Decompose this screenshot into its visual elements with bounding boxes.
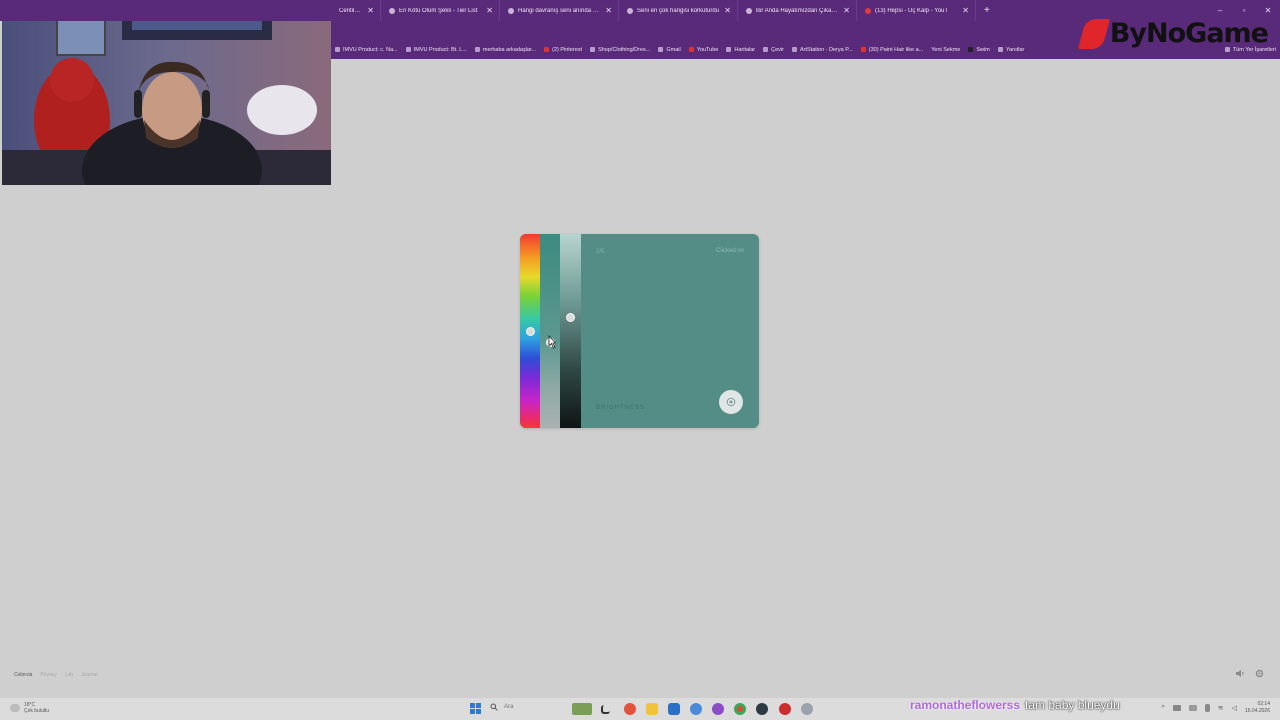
taskbar-app-icon[interactable]	[668, 703, 680, 715]
bookmark-item[interactable]: (30) Paint Hair like a...	[857, 47, 927, 53]
color-status: Clicked on	[715, 248, 744, 254]
bookmark-item[interactable]: Gmail	[654, 47, 684, 53]
browser-tab-active[interactable]: (13) Hepsi - Üç Kalp - YouT ✕	[857, 0, 976, 21]
browser-tab[interactable]: Bir Anda Hayatımızdan Çıkan A ✕	[738, 0, 857, 21]
eyedropper-icon	[726, 397, 736, 407]
bookmark-item[interactable]: Haritalar	[722, 47, 759, 53]
close-tab-icon[interactable]: ✕	[367, 6, 374, 15]
settings-icon[interactable]	[1255, 669, 1264, 678]
favicon-icon	[746, 7, 752, 14]
chat-overlay-message: ramonatheflowerss tam baby blueydu	[910, 698, 1120, 712]
youtube-icon	[860, 47, 866, 52]
youtube-icon	[688, 47, 694, 52]
favicon-icon	[627, 7, 633, 14]
bookmark-item[interactable]: merhaba arkadaşlar...	[471, 47, 540, 53]
volume-icon[interactable]: ◁	[1232, 704, 1237, 712]
browser-tab[interactable]: Hangi davranış seni anında uzak ✕	[500, 0, 619, 21]
stream-logo: ByNoGame	[1077, 18, 1269, 49]
close-tab-icon[interactable]: ✕	[486, 6, 493, 15]
chat-message: tam baby blueydu	[1025, 698, 1120, 712]
close-tab-icon[interactable]: ✕	[724, 6, 731, 15]
brightness-slider[interactable]	[560, 234, 581, 428]
browser-tab[interactable]: En Kötü Ölüm Şekli - Tier List ✕	[381, 0, 500, 21]
bookmark-item[interactable]: Yanıtlar	[994, 47, 1029, 53]
close-tab-icon[interactable]: ✕	[843, 6, 850, 15]
system-tray: ^ ≋ ◁ 02:14 16.04.2026	[1161, 701, 1270, 715]
tray-app-icon[interactable]	[1172, 705, 1181, 711]
webcam-image	[2, 0, 331, 185]
search-icon	[490, 703, 498, 711]
mouse-pointer-icon	[548, 335, 556, 349]
hue-slider-handle[interactable]	[526, 327, 535, 336]
tray-app-icon[interactable]	[1188, 705, 1197, 711]
bookmark-favicon-icon	[405, 47, 411, 52]
file-explorer-icon[interactable]	[646, 703, 658, 715]
clock[interactable]: 02:14 16.04.2026	[1245, 701, 1270, 715]
bookmark-favicon-icon	[335, 47, 340, 52]
footer-link[interactable]: Privacy	[40, 672, 56, 678]
submit-color-button[interactable]	[719, 390, 743, 414]
cloud-icon	[10, 704, 20, 712]
youtube-favicon-icon	[865, 7, 871, 14]
taskbar-app-icon[interactable]	[801, 703, 813, 715]
wifi-icon[interactable]: ≋	[1218, 704, 1224, 712]
weather-widget[interactable]: 18°C Çok bulutlu	[10, 702, 49, 714]
browser-tab[interactable]: Centilmen ✕	[331, 0, 381, 21]
pinterest-icon	[544, 47, 550, 52]
maps-icon	[726, 47, 732, 52]
footer-links: Colorvia Privacy Lab Journal	[14, 672, 98, 678]
taskbar-app-icon[interactable]	[779, 703, 791, 715]
saturation-slider[interactable]	[540, 234, 560, 428]
webcam-overlay	[2, 0, 331, 185]
browser-icon[interactable]	[712, 703, 724, 715]
bookmark-item[interactable]: Swim	[964, 47, 993, 53]
gmail-icon	[658, 47, 664, 52]
bynogame-logo-icon	[1077, 18, 1110, 49]
taskbar-widgets-icon[interactable]	[572, 703, 592, 715]
speaker-icon[interactable]	[1235, 669, 1245, 678]
page-controls	[1235, 669, 1264, 678]
bookmark-item[interactable]: Çevir	[759, 47, 788, 53]
bookmark-item[interactable]: YouTube	[685, 47, 723, 53]
favicon-icon	[508, 7, 514, 14]
steam-icon[interactable]	[756, 703, 768, 715]
close-window-button[interactable]: ✕	[1256, 6, 1280, 15]
bookmark-favicon-icon	[590, 47, 596, 52]
bookmark-item[interactable]: (2) Pinterest	[540, 47, 586, 53]
windows-start-icon[interactable]	[470, 703, 481, 714]
bookmark-item[interactable]: Yeni Sekme	[927, 47, 964, 53]
maximize-button[interactable]: ▫	[1232, 6, 1256, 15]
round-counter: 2/5	[596, 249, 605, 255]
bookmark-item[interactable]: IMVU Product: Bt. L...	[402, 47, 471, 53]
brightness-slider-handle[interactable]	[566, 313, 575, 322]
bookmark-item[interactable]: IMVU Product: c. Na...	[331, 47, 402, 53]
close-tab-icon[interactable]: ✕	[962, 6, 969, 15]
footer-link[interactable]: Journal	[81, 672, 97, 678]
footer-link[interactable]: Lab	[65, 672, 73, 678]
favicon-icon	[389, 7, 395, 14]
bookmark-item[interactable]: ArtStation - Derya P...	[788, 47, 857, 53]
slider-label: BRIGHTNESS	[596, 405, 646, 411]
bookmark-favicon-icon	[997, 47, 1003, 52]
bookmark-favicon-icon	[968, 47, 974, 52]
new-tab-button[interactable]: +	[976, 5, 998, 16]
browser-tab[interactable]: Seni en çok hangisi korkuturdu ✕	[619, 0, 738, 21]
chrome-icon[interactable]	[734, 703, 746, 715]
close-tab-icon[interactable]: ✕	[605, 6, 612, 15]
artstation-icon	[792, 47, 797, 52]
color-picker-card: 2/5 Clicked on BRIGHTNESS	[520, 234, 759, 428]
bookmark-item[interactable]: Shop/Clothing/Dres...	[586, 47, 654, 53]
microphone-icon[interactable]	[1204, 704, 1210, 712]
taskbar-search[interactable]: Ara	[490, 703, 513, 711]
translate-icon	[763, 47, 769, 52]
taskbar-app-icon[interactable]	[601, 705, 610, 714]
chat-username: ramonatheflowerss	[910, 698, 1021, 712]
footer-link[interactable]: Colorvia	[14, 672, 32, 678]
taskbar-app-icon[interactable]	[690, 703, 702, 715]
minimize-button[interactable]: –	[1208, 6, 1232, 15]
taskbar-app-icon[interactable]	[624, 703, 636, 715]
chevron-up-icon[interactable]: ^	[1161, 705, 1164, 712]
bookmark-favicon-icon	[474, 47, 480, 52]
